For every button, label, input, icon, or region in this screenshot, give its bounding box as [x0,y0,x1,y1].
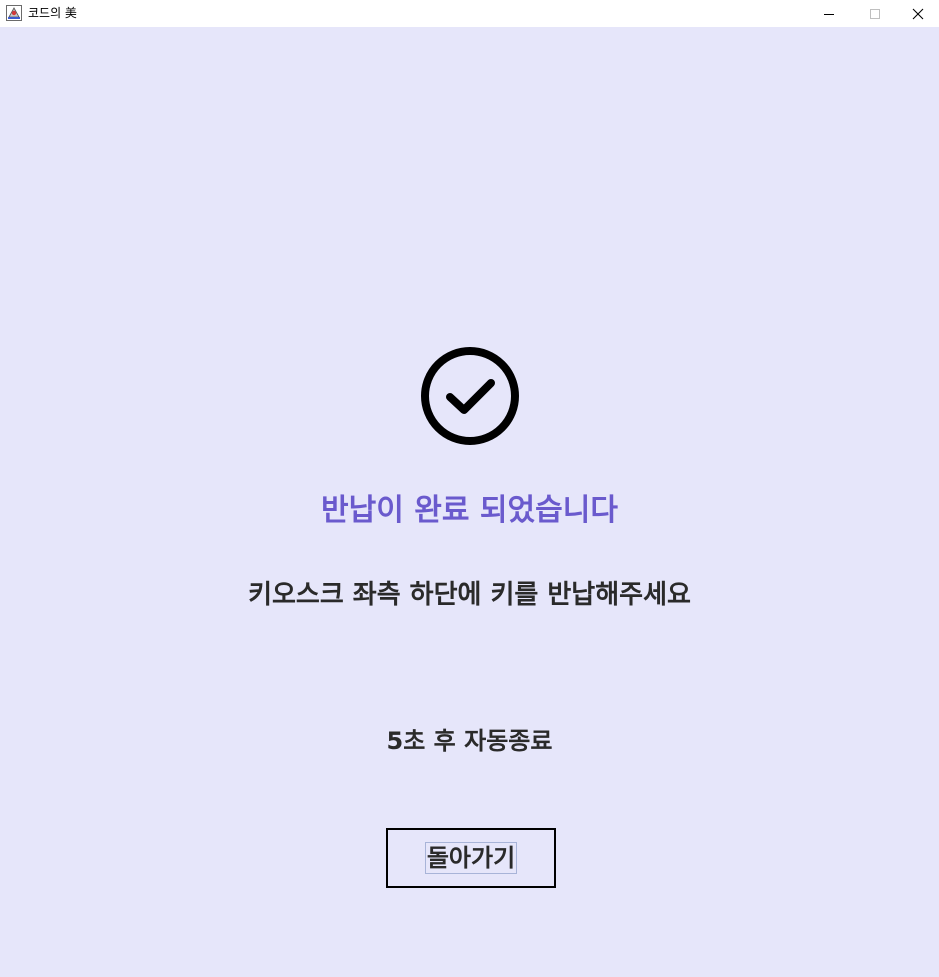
auto-close-countdown: 5초 후 자동종료 [386,727,553,755]
return-complete-headline: 반납이 완료 되었습니다 [321,493,618,528]
close-button[interactable] [897,0,939,27]
minimize-icon [823,8,835,20]
back-button[interactable]: 돌아가기 [386,828,556,888]
minimize-button[interactable] [806,0,852,27]
title-bar[interactable]: 코드의 美 [0,0,939,27]
check-circle-icon [419,345,521,447]
close-icon [912,8,924,20]
java-app-icon [6,5,22,21]
return-key-instruction: 키오스크 좌측 하단에 키를 반납해주세요 [248,580,691,610]
maximize-icon [869,8,881,20]
window-title: 코드의 美 [28,6,77,20]
main-panel: 반납이 완료 되었습니다 키오스크 좌측 하단에 키를 반납해주세요 5초 후 … [0,27,939,977]
maximize-button[interactable] [852,0,898,27]
app-window: 코드의 美 반납이 완료 되었습니다 키오스크 좌측 하단에 키를 반납해주세요… [0,0,939,977]
back-button-label: 돌아가기 [424,842,518,874]
